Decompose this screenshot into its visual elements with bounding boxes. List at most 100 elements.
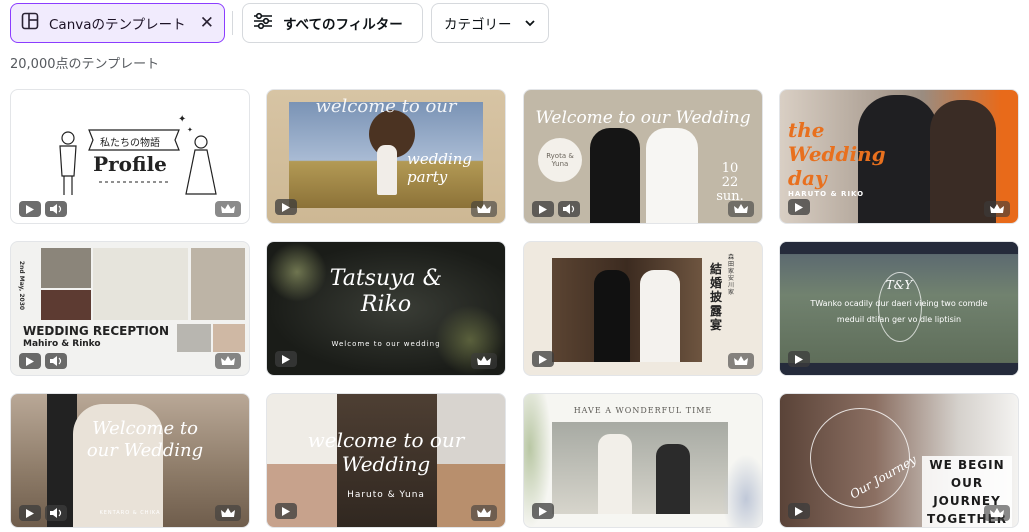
premium-badge (728, 353, 754, 369)
photo-tile (213, 324, 245, 352)
play-button[interactable] (788, 503, 810, 519)
crown-icon (990, 508, 1004, 517)
dress-shape (377, 145, 397, 195)
play-button[interactable] (19, 201, 41, 217)
premium-badge (984, 505, 1010, 521)
bride-figure (656, 444, 690, 514)
sound-button[interactable] (45, 505, 67, 521)
template-card[interactable]: 2nd May, 2030 WEDDING RECEPTION Mahiro &… (10, 241, 250, 376)
photo-tile (41, 290, 91, 320)
play-button[interactable] (532, 201, 554, 217)
crown-icon (221, 356, 235, 365)
crown-icon (221, 508, 235, 517)
crown-icon (990, 204, 1004, 213)
canva-templates-filter-chip[interactable]: Canvaのテンプレート ✕ (10, 3, 225, 43)
template-card[interactable]: T&Y TWanko ocadily dur daeri vieing two … (779, 241, 1019, 376)
play-button[interactable] (532, 351, 554, 367)
card-subtitle: 森田家 安川家 (728, 254, 735, 296)
canva-templates-label: Canvaのテンプレート (49, 17, 186, 33)
premium-badge (471, 201, 497, 217)
card-title: Welcome to our Wedding (535, 108, 751, 128)
play-button[interactable] (275, 351, 297, 367)
groom-figure (590, 128, 640, 223)
divider (232, 11, 233, 35)
card-title: Profile (93, 152, 167, 176)
card-title: welcome to our Wedding (307, 428, 465, 476)
play-icon (539, 354, 547, 364)
play-icon (795, 506, 803, 516)
card-date: 2nd May, 2030 (18, 260, 26, 311)
premium-badge (728, 201, 754, 217)
sliders-icon (253, 12, 273, 34)
card-title: Tatsuya & Riko (329, 266, 443, 317)
frame-band (780, 242, 1018, 254)
template-card[interactable]: Tatsuya & Riko Welcome to our wedding (266, 241, 506, 376)
svg-text:✦: ✦ (187, 126, 193, 134)
template-card[interactable]: the Wedding day HARUTO & RIKO (779, 89, 1019, 224)
play-icon (795, 354, 803, 364)
floral-decoration (722, 454, 762, 527)
crown-icon (734, 204, 748, 213)
template-card[interactable]: Our Journey WE BEGIN OUR JOURNEY TOGETHE… (779, 393, 1019, 528)
names-badge: Ryota & Yuna (538, 138, 582, 182)
template-card[interactable]: 結婚披露宴 森田家 安川家 (523, 241, 763, 376)
play-icon (282, 506, 290, 516)
close-icon[interactable]: ✕ (200, 13, 214, 33)
all-filters-button[interactable]: すべてのフィルター (242, 3, 423, 43)
photo-tile (191, 248, 245, 320)
card-names: Haruto & Yuna (347, 490, 425, 500)
template-card[interactable]: ✦ ✦ 私たちの物語 Profile (10, 89, 250, 224)
card-title: welcome to our (315, 96, 457, 117)
play-icon (795, 202, 803, 212)
play-button[interactable] (275, 503, 297, 519)
sound-icon (50, 204, 62, 214)
card-names: HARUTO & RIKO (788, 190, 865, 198)
play-button[interactable] (532, 503, 554, 519)
play-button[interactable] (788, 351, 810, 367)
template-card[interactable]: welcome to our wedding party (266, 89, 506, 224)
sound-button[interactable] (45, 353, 67, 369)
crown-icon (734, 356, 748, 365)
card-title: the Wedding day (788, 118, 886, 190)
play-button[interactable] (788, 199, 810, 215)
template-card[interactable]: Ryota & Yuna Welcome to our Wedding 10 2… (523, 89, 763, 224)
crown-icon (477, 508, 491, 517)
template-card[interactable]: HAVE A WONDERFUL TIME (523, 393, 763, 528)
card-title: Welcome to our Wedding (86, 418, 204, 461)
bride-figure (646, 128, 698, 223)
card-subtitle: Welcome to our wedding (331, 340, 441, 348)
card-title: WEDDING RECEPTION (23, 324, 170, 338)
photo-couple (552, 422, 728, 514)
play-icon (282, 202, 290, 212)
card-subtitle: wedding party (407, 150, 472, 186)
play-button[interactable] (19, 505, 41, 521)
category-dropdown[interactable]: カテゴリー (431, 3, 549, 43)
sound-icon (50, 356, 62, 366)
premium-badge (215, 353, 241, 369)
play-icon (26, 508, 34, 518)
template-card[interactable]: Welcome to our Wedding KENTARO & CHIKA (10, 393, 250, 528)
premium-badge (984, 201, 1010, 217)
card-subtitle: TWanko ocadily dur daeri vieing two comd… (810, 299, 988, 324)
crown-icon (477, 204, 491, 213)
card-names: Mahiro & Rinko (23, 339, 101, 349)
sound-icon (563, 204, 575, 214)
category-label: カテゴリー (444, 17, 512, 33)
frame-band (780, 363, 1018, 375)
premium-badge (215, 201, 241, 217)
template-layout-icon (21, 12, 39, 34)
card-title: T&Y (885, 278, 913, 292)
crown-icon (477, 356, 491, 365)
groom-figure (594, 270, 630, 362)
sound-button[interactable] (45, 201, 67, 217)
result-count: 20,000点のテンプレート (10, 57, 160, 72)
play-icon (26, 204, 34, 214)
premium-badge (215, 505, 241, 521)
play-button[interactable] (19, 353, 41, 369)
premium-badge (471, 353, 497, 369)
groom-figure (598, 434, 632, 514)
sound-button[interactable] (558, 201, 580, 217)
template-card[interactable]: welcome to our Wedding Haruto & Yuna (266, 393, 506, 528)
sound-icon (50, 508, 62, 518)
play-button[interactable] (275, 199, 297, 215)
